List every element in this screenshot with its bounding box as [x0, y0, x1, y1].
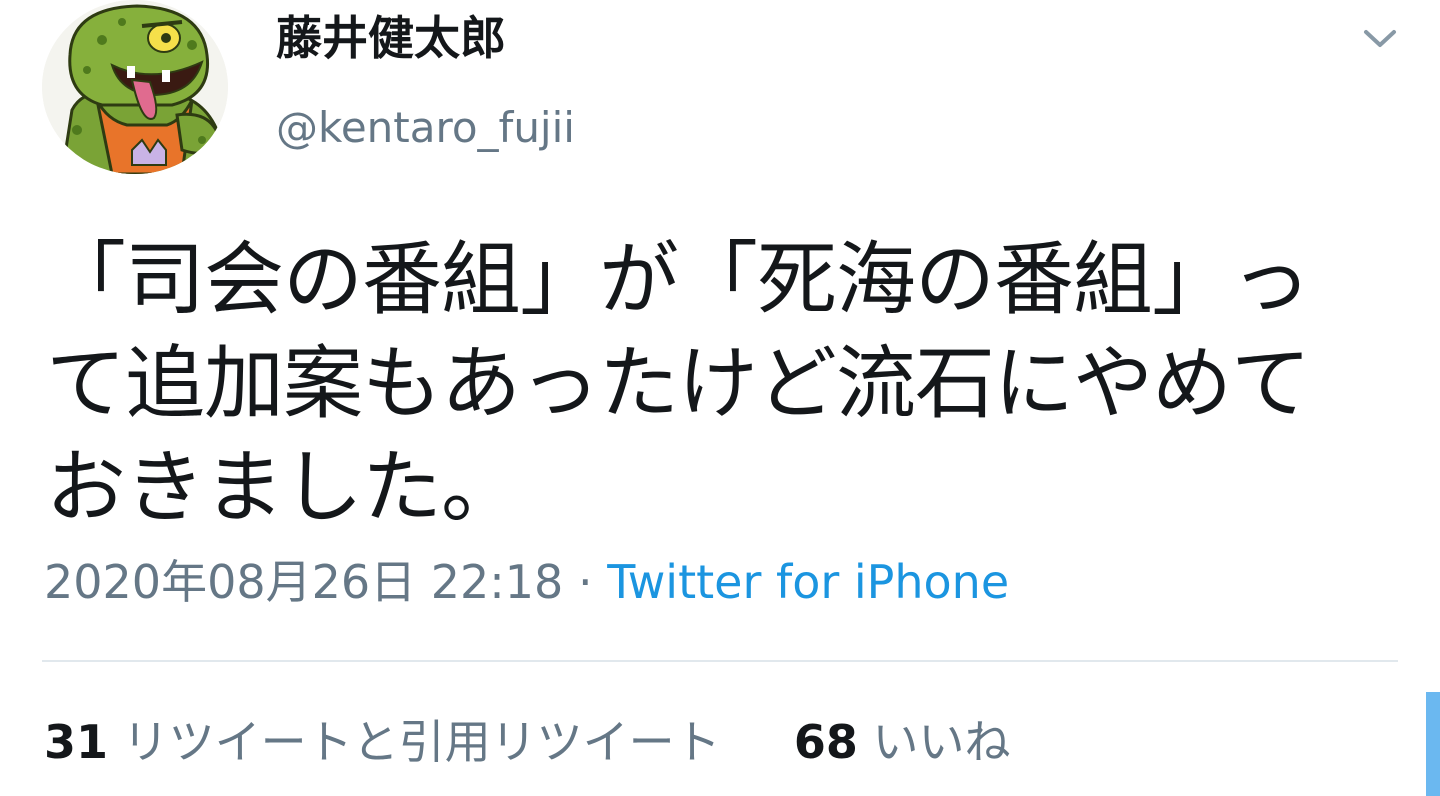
tweet-meta: 2020年08月26日 22:18 · Twitter for iPhone — [44, 552, 1009, 612]
divider — [42, 660, 1398, 662]
tweet-stats: 31 リツイートと引用リツイート 68 いいね — [44, 712, 1011, 772]
scrollbar-thumb[interactable] — [1426, 692, 1440, 796]
tweet-text: 「司会の番組」が「死海の番組」っ て追加案もあったけど流石にやめて おきました。 — [46, 233, 1311, 534]
likes-count: 68 — [793, 715, 858, 769]
likes-stat[interactable]: 68 いいね — [794, 715, 1011, 769]
likes-label: いいね — [872, 715, 1011, 769]
retweets-count: 31 — [44, 715, 109, 769]
tweet-timestamp[interactable]: 2020年08月26日 22:18 — [44, 555, 563, 609]
avatar[interactable] — [42, 0, 228, 174]
retweets-label: リツイートと引用リツイート — [122, 715, 721, 769]
meta-separator: · — [577, 555, 593, 609]
tweet-card: 藤井健太郎 @kentaro_fujii 「司会の番組」が「死海の番組」っ て追… — [0, 0, 1440, 796]
chevron-down-icon[interactable] — [1356, 18, 1404, 58]
display-name[interactable]: 藤井健太郎 — [276, 8, 506, 68]
monster-avatar-icon — [42, 0, 228, 174]
tweet-source-link[interactable]: Twitter for iPhone — [607, 555, 1009, 609]
retweets-stat[interactable]: 31 リツイートと引用リツイート — [44, 715, 735, 769]
user-handle[interactable]: @kentaro_fujii — [276, 100, 575, 156]
